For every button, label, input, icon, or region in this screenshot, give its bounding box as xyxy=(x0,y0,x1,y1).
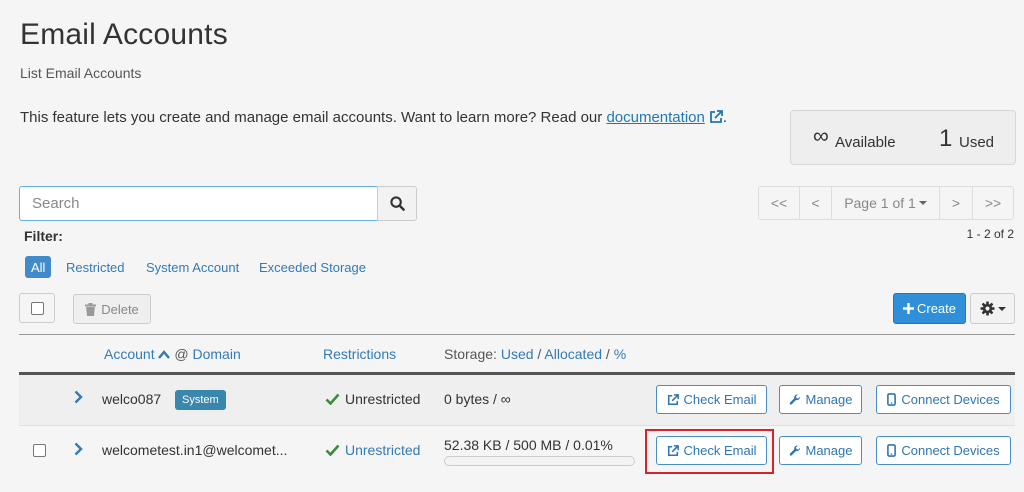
sort-account-link[interactable]: Account xyxy=(104,346,155,362)
page-subtitle: List Email Accounts xyxy=(20,65,142,81)
account-stats-box: ∞ Available 1 Used xyxy=(790,110,1016,165)
result-count: 1 - 2 of 2 xyxy=(966,227,1014,241)
page-title: Email Accounts xyxy=(20,18,228,51)
search-input[interactable] xyxy=(19,186,378,221)
intro-end: . xyxy=(722,109,728,126)
select-all-checkbox[interactable] xyxy=(19,293,55,323)
external-link-icon xyxy=(709,110,723,123)
settings-dropdown-button[interactable] xyxy=(970,293,1015,324)
account-name: welco087 xyxy=(102,391,162,407)
restriction-label: Unrestricted xyxy=(345,442,421,458)
delete-label: Delete xyxy=(101,301,139,317)
used-label: Used xyxy=(959,134,995,151)
sort-domain-link[interactable]: Domain xyxy=(192,346,240,362)
caret-down-icon xyxy=(997,306,1006,311)
delete-button[interactable]: Delete xyxy=(73,294,151,324)
table-top-border xyxy=(19,334,1015,335)
caret-down-icon xyxy=(918,201,927,205)
wrench-icon xyxy=(789,445,800,456)
connect-devices-button[interactable]: Connect Devices xyxy=(876,436,1011,465)
expand-row-button[interactable] xyxy=(74,442,83,461)
used-count: 1 xyxy=(939,125,953,152)
sort-percent-link[interactable]: % xyxy=(614,346,626,362)
restriction-label: Unrestricted xyxy=(345,391,421,407)
filter-exceeded-storage[interactable]: Exceeded Storage xyxy=(253,256,372,278)
filter-restricted[interactable]: Restricted xyxy=(60,256,131,278)
documentation-link-label: documentation xyxy=(606,109,705,126)
external-link-icon xyxy=(667,393,679,405)
check-email-label: Check Email xyxy=(683,392,757,407)
restrictions-header[interactable]: Restrictions xyxy=(323,346,396,362)
filter-all[interactable]: All xyxy=(25,256,52,278)
checkbox-box xyxy=(30,301,44,315)
search-icon xyxy=(389,196,405,211)
account-name: welcometest.in1@welcomet... xyxy=(102,442,288,458)
intro-sentence: This feature lets you create and manage … xyxy=(20,109,603,126)
documentation-link[interactable]: documentation xyxy=(606,109,723,126)
create-button[interactable]: Create xyxy=(893,293,966,324)
plus-icon xyxy=(902,303,914,314)
manage-button[interactable]: Manage xyxy=(779,436,862,465)
manage-button[interactable]: Manage xyxy=(779,385,862,414)
chevron-right-icon xyxy=(74,390,83,404)
account-domain-header: Account @ Domain xyxy=(104,346,241,362)
check-email-highlight xyxy=(645,429,774,474)
manage-label: Manage xyxy=(805,443,853,458)
row-checkbox[interactable] xyxy=(33,444,46,462)
sort-up-icon xyxy=(158,350,171,359)
check-email-button[interactable]: Check Email xyxy=(656,385,767,414)
next-page-button[interactable]: > xyxy=(939,186,973,220)
manage-label: Manage xyxy=(805,392,853,407)
expand-row-button[interactable] xyxy=(74,390,83,409)
restriction-status: Unrestricted xyxy=(325,391,420,407)
intro-text: This feature lets you create and manage … xyxy=(20,109,727,126)
sort-allocated-link[interactable]: Allocated xyxy=(544,346,602,362)
system-badge: System xyxy=(175,390,226,410)
filter-label: Filter: xyxy=(24,228,63,244)
chevron-right-icon xyxy=(74,442,83,456)
gear-icon xyxy=(979,301,995,316)
wrench-icon xyxy=(789,394,800,405)
sort-used-link[interactable]: Used xyxy=(501,346,534,362)
storage-progress-bar xyxy=(444,456,635,466)
prev-page-button[interactable]: < xyxy=(799,186,832,220)
infinity-icon: ∞ xyxy=(813,123,829,148)
storage-value: 0 bytes / ∞ xyxy=(444,391,511,407)
page-select-label: Page 1 of 1 xyxy=(844,195,916,211)
table-row xyxy=(19,375,1015,425)
restriction-link[interactable]: Unrestricted xyxy=(325,442,420,458)
storage-value: 52.38 KB / 500 MB / 0.01% xyxy=(444,437,613,453)
row-divider xyxy=(19,425,1015,426)
checkbox-box xyxy=(33,444,46,457)
connect-devices-button[interactable]: Connect Devices xyxy=(876,385,1011,414)
mobile-device-icon xyxy=(887,444,897,457)
connect-devices-label: Connect Devices xyxy=(901,443,1000,458)
mobile-device-icon xyxy=(887,393,897,406)
connect-devices-label: Connect Devices xyxy=(901,392,1000,407)
trash-icon xyxy=(85,302,97,316)
storage-prefix: Storage: xyxy=(444,346,497,362)
slash-sep: / xyxy=(605,346,610,362)
check-icon xyxy=(325,444,340,456)
slash-sep: / xyxy=(537,346,542,362)
storage-header: Storage: Used / Allocated / % xyxy=(444,346,626,362)
available-label: Available xyxy=(835,134,896,151)
page-select[interactable]: Page 1 of 1 xyxy=(831,186,940,220)
at-separator: @ xyxy=(174,346,189,362)
create-label: Create xyxy=(916,301,957,316)
pagination: << < Page 1 of 1 > >> xyxy=(758,186,1014,220)
last-page-button[interactable]: >> xyxy=(972,186,1014,220)
first-page-button[interactable]: << xyxy=(758,186,800,220)
filter-system-account[interactable]: System Account xyxy=(140,256,245,278)
check-icon xyxy=(325,393,340,405)
search-button[interactable] xyxy=(377,186,417,221)
